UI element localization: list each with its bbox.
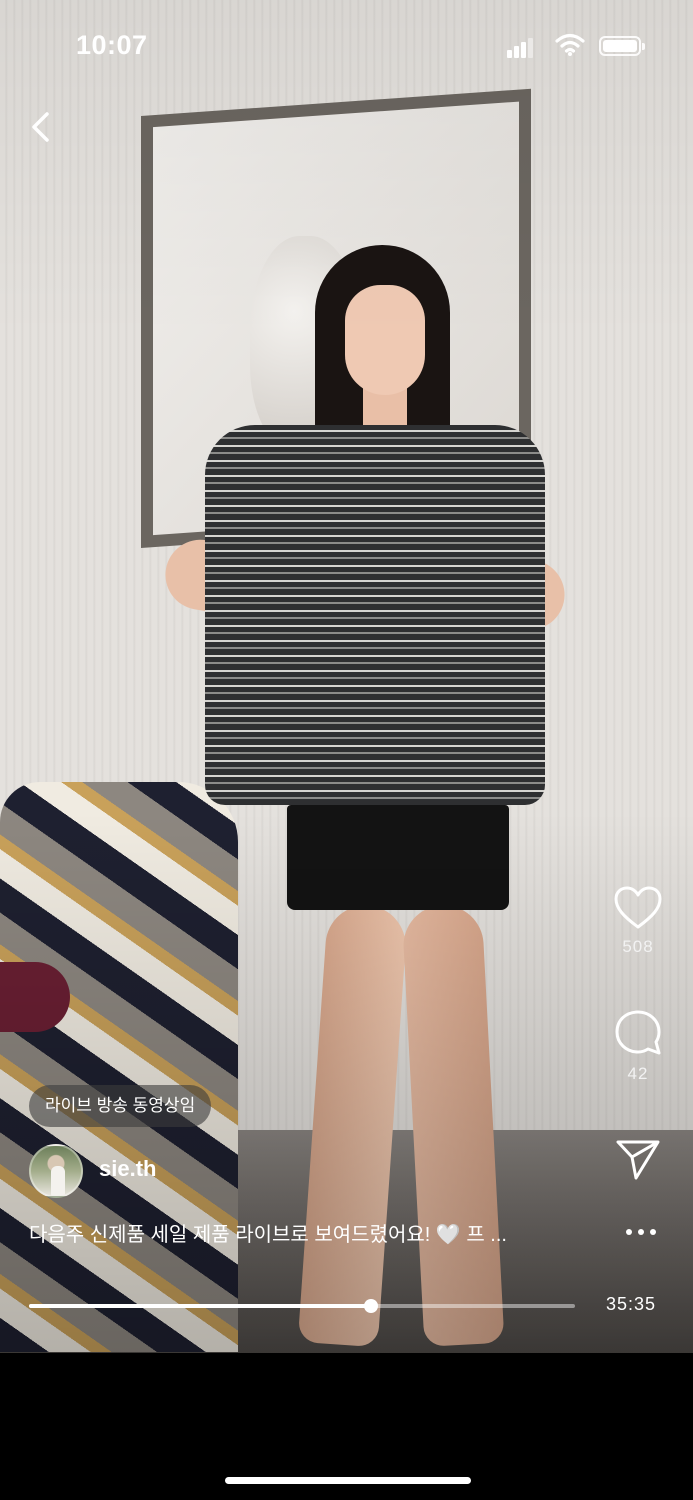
post-caption[interactable]: 다음주 신제품 세일 제품 라이브로 보여드렸어요! 🤍 프 ... (29, 1218, 569, 1247)
cellular-signal-icon (507, 36, 535, 58)
comment-count: 42 (627, 1064, 649, 1083)
video-progress-bar[interactable] (29, 1299, 575, 1313)
heart-icon[interactable] (613, 885, 663, 931)
comment-bubble-icon[interactable] (612, 1008, 664, 1058)
more-horizontal-icon[interactable] (625, 1222, 657, 1242)
progress-played (29, 1304, 372, 1308)
video-player[interactable] (0, 0, 693, 1353)
paper-plane-icon[interactable] (614, 1138, 662, 1182)
video-duration: 35:35 (606, 1294, 657, 1314)
like-button[interactable]: 508 (598, 885, 678, 957)
battery-icon (599, 36, 645, 56)
wifi-icon (555, 33, 585, 56)
home-indicator[interactable] (225, 1477, 471, 1484)
screen: 10:07 508 42 라이브 방송 동영상임 sie.th 다음주 신제품 … (0, 0, 693, 1500)
comment-button[interactable]: 42 (598, 1008, 678, 1084)
back-chevron-icon[interactable] (22, 108, 62, 148)
live-replay-badge: 라이브 방송 동영상임 (29, 1085, 212, 1127)
status-bar: 10:07 (0, 0, 693, 90)
like-count: 508 (622, 937, 654, 956)
avatar[interactable] (29, 1144, 83, 1198)
status-time: 10:07 (76, 30, 148, 60)
share-button[interactable] (598, 1138, 678, 1182)
username[interactable]: sie.th (99, 1156, 156, 1182)
